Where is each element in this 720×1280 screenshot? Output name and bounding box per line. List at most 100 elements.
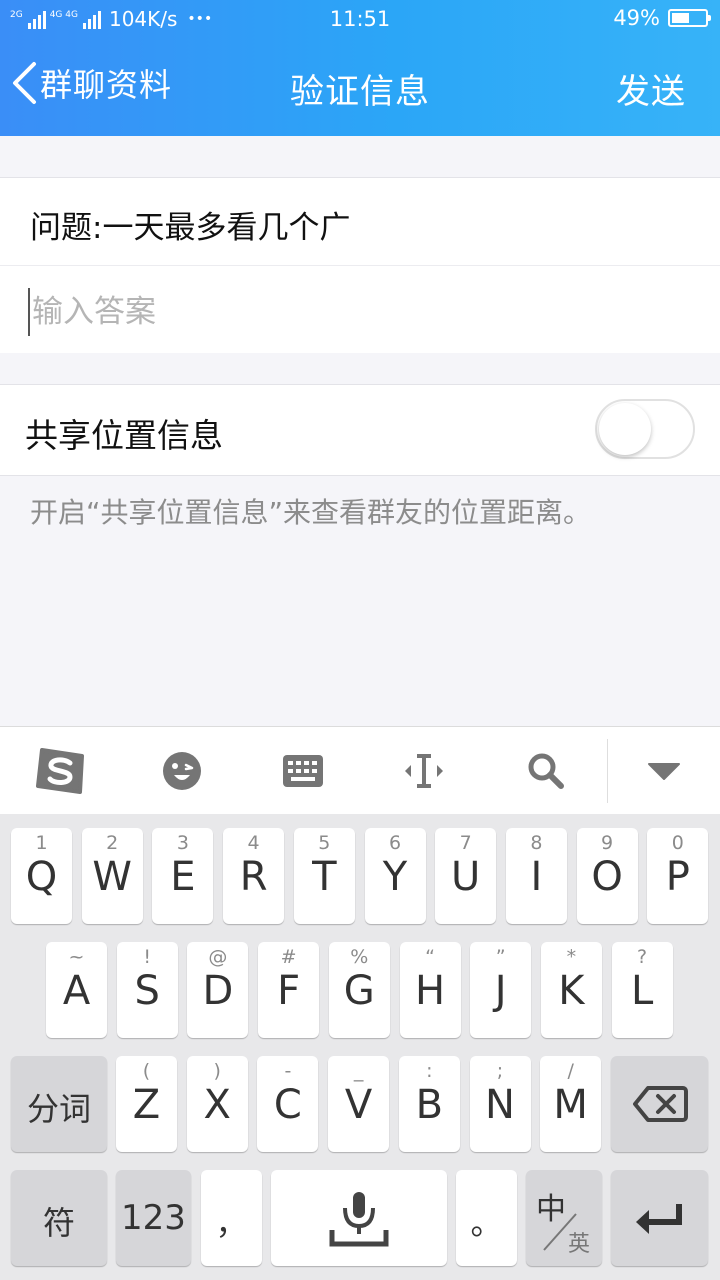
key-primary-label: Z — [132, 1082, 161, 1128]
period-key-label: 。 — [470, 1204, 503, 1242]
key-primary-label: V — [344, 1082, 373, 1128]
key-a[interactable]: ~ A — [46, 942, 107, 1038]
key-primary-label: E — [170, 854, 196, 900]
key-primary-label: Y — [382, 854, 408, 900]
key-y[interactable]: 6Y — [364, 828, 426, 924]
key-primary-label: A — [62, 968, 91, 1014]
key-secondary-label: ~ — [68, 946, 85, 968]
key-l[interactable]: ? L — [611, 942, 673, 1038]
status-right: 49% — [613, 6, 711, 30]
key-secondary-label: ( — [142, 1060, 151, 1082]
send-button[interactable]: 发送 — [616, 64, 686, 113]
key-g[interactable]: % G — [328, 942, 390, 1038]
key-f[interactable]: # F — [258, 942, 320, 1038]
question-card: 问题:一天最多看几个广 — [0, 177, 720, 353]
key-secondary-label: 5 — [318, 832, 331, 854]
language-switch-key[interactable]: 中 英 — [526, 1170, 602, 1266]
key-secondary-label: # — [280, 946, 297, 968]
key-primary-label: P — [665, 854, 690, 900]
symbol-key-label: 符 — [42, 1204, 75, 1242]
comma-key[interactable]: ， — [201, 1170, 262, 1266]
key-n[interactable]: ; N — [469, 1056, 531, 1152]
key-primary-label: T — [312, 854, 337, 900]
hide-keyboard-icon[interactable] — [636, 745, 692, 797]
key-primary-label: O — [591, 854, 623, 900]
key-d[interactable]: @ D — [187, 942, 249, 1038]
key-secondary-label: / — [567, 1060, 574, 1082]
key-primary-label: J — [494, 968, 507, 1014]
status-bar: 2G 4G 4G 104K/s ••• 11:51 49% — [0, 0, 720, 40]
space-voice-key[interactable] — [271, 1170, 447, 1266]
key-primary-label: W — [92, 854, 132, 900]
backspace-key[interactable] — [611, 1056, 708, 1152]
microphone-icon — [329, 1192, 389, 1247]
title-bar: 群聊资料 验证信息 发送 — [0, 40, 720, 136]
key-secondary-label: - — [284, 1060, 292, 1082]
key-e[interactable]: 3E — [152, 828, 214, 924]
key-s[interactable]: ! S — [116, 942, 178, 1038]
key-secondary-label: * — [566, 946, 577, 968]
key-secondary-label: 8 — [530, 832, 543, 854]
divider — [0, 265, 720, 266]
key-w[interactable]: 2W — [81, 828, 143, 924]
enter-key[interactable] — [611, 1170, 708, 1266]
key-secondary-label: ; — [496, 1060, 504, 1082]
key-x[interactable]: ) X — [186, 1056, 248, 1152]
key-q[interactable]: 1Q — [11, 828, 72, 924]
key-z[interactable]: (Z — [116, 1056, 177, 1152]
key-v[interactable]: _ V — [328, 1056, 390, 1152]
key-t[interactable]: 5T — [293, 828, 355, 924]
key-p[interactable]: 0P — [647, 828, 709, 924]
answer-input[interactable] — [28, 288, 688, 336]
key-primary-label: F — [277, 968, 301, 1014]
period-key[interactable]: 。 — [456, 1170, 517, 1266]
key-r[interactable]: 4R — [223, 828, 285, 924]
key-secondary-label: 6 — [388, 832, 402, 854]
sogou-logo-icon[interactable] — [33, 745, 89, 797]
key-c[interactable]: -C — [257, 1056, 319, 1152]
symbol-key[interactable]: 符 — [11, 1170, 107, 1266]
key-k[interactable]: * K — [540, 942, 602, 1038]
key-h[interactable]: “H — [399, 942, 461, 1038]
key-secondary-label: “ — [425, 946, 435, 968]
cursor-move-icon[interactable] — [396, 745, 452, 797]
share-location-hint: 开启“共享位置信息”来查看群友的位置距离。 — [30, 496, 592, 529]
key-primary-label: X — [203, 1082, 231, 1128]
numbers-key-label: 123 — [121, 1198, 186, 1238]
key-primary-label: Q — [25, 854, 58, 900]
battery-percent: 49% — [613, 6, 660, 30]
key-u[interactable]: 7U — [435, 828, 497, 924]
search-icon[interactable] — [518, 745, 574, 797]
key-primary-label: R — [239, 854, 268, 900]
question-label: 问题:一天最多看几个广 — [30, 210, 351, 246]
share-location-row: 共享位置信息 — [0, 384, 720, 476]
key-secondary-label: ! — [143, 946, 151, 968]
key-secondary-label: 2 — [106, 832, 119, 854]
enter-icon — [636, 1204, 682, 1234]
key-m[interactable]: / M — [540, 1056, 602, 1152]
key-primary-label: L — [630, 968, 654, 1014]
key-b[interactable]: :B — [398, 1056, 460, 1152]
key-j[interactable]: ” J — [470, 942, 532, 1038]
key-secondary-label: @ — [208, 946, 228, 968]
share-location-toggle[interactable] — [595, 399, 695, 459]
key-i[interactable]: 8I — [505, 828, 567, 924]
keyboard-toolbar — [0, 726, 720, 814]
key-o[interactable]: 9O — [576, 828, 638, 924]
key-primary-label: U — [451, 854, 481, 900]
comma-key-label: ， — [215, 1204, 248, 1242]
keyboard-icon[interactable] — [275, 745, 331, 797]
key-secondary-label: 7 — [459, 832, 472, 854]
segment-key[interactable]: 分词 — [11, 1056, 107, 1152]
key-primary-label: S — [134, 968, 160, 1014]
key-secondary-label: 9 — [601, 832, 614, 854]
key-primary-label: K — [558, 968, 585, 1014]
lang-key-bottom: 英 — [568, 1232, 591, 1257]
numbers-key[interactable]: 123 — [116, 1170, 191, 1266]
key-primary-label: N — [485, 1082, 515, 1128]
segment-key-label: 分词 — [26, 1090, 91, 1128]
toolbar-separator — [607, 739, 608, 803]
key-secondary-label: ) — [213, 1060, 221, 1082]
key-secondary-label: 3 — [176, 832, 189, 854]
emoji-icon[interactable] — [154, 745, 210, 797]
